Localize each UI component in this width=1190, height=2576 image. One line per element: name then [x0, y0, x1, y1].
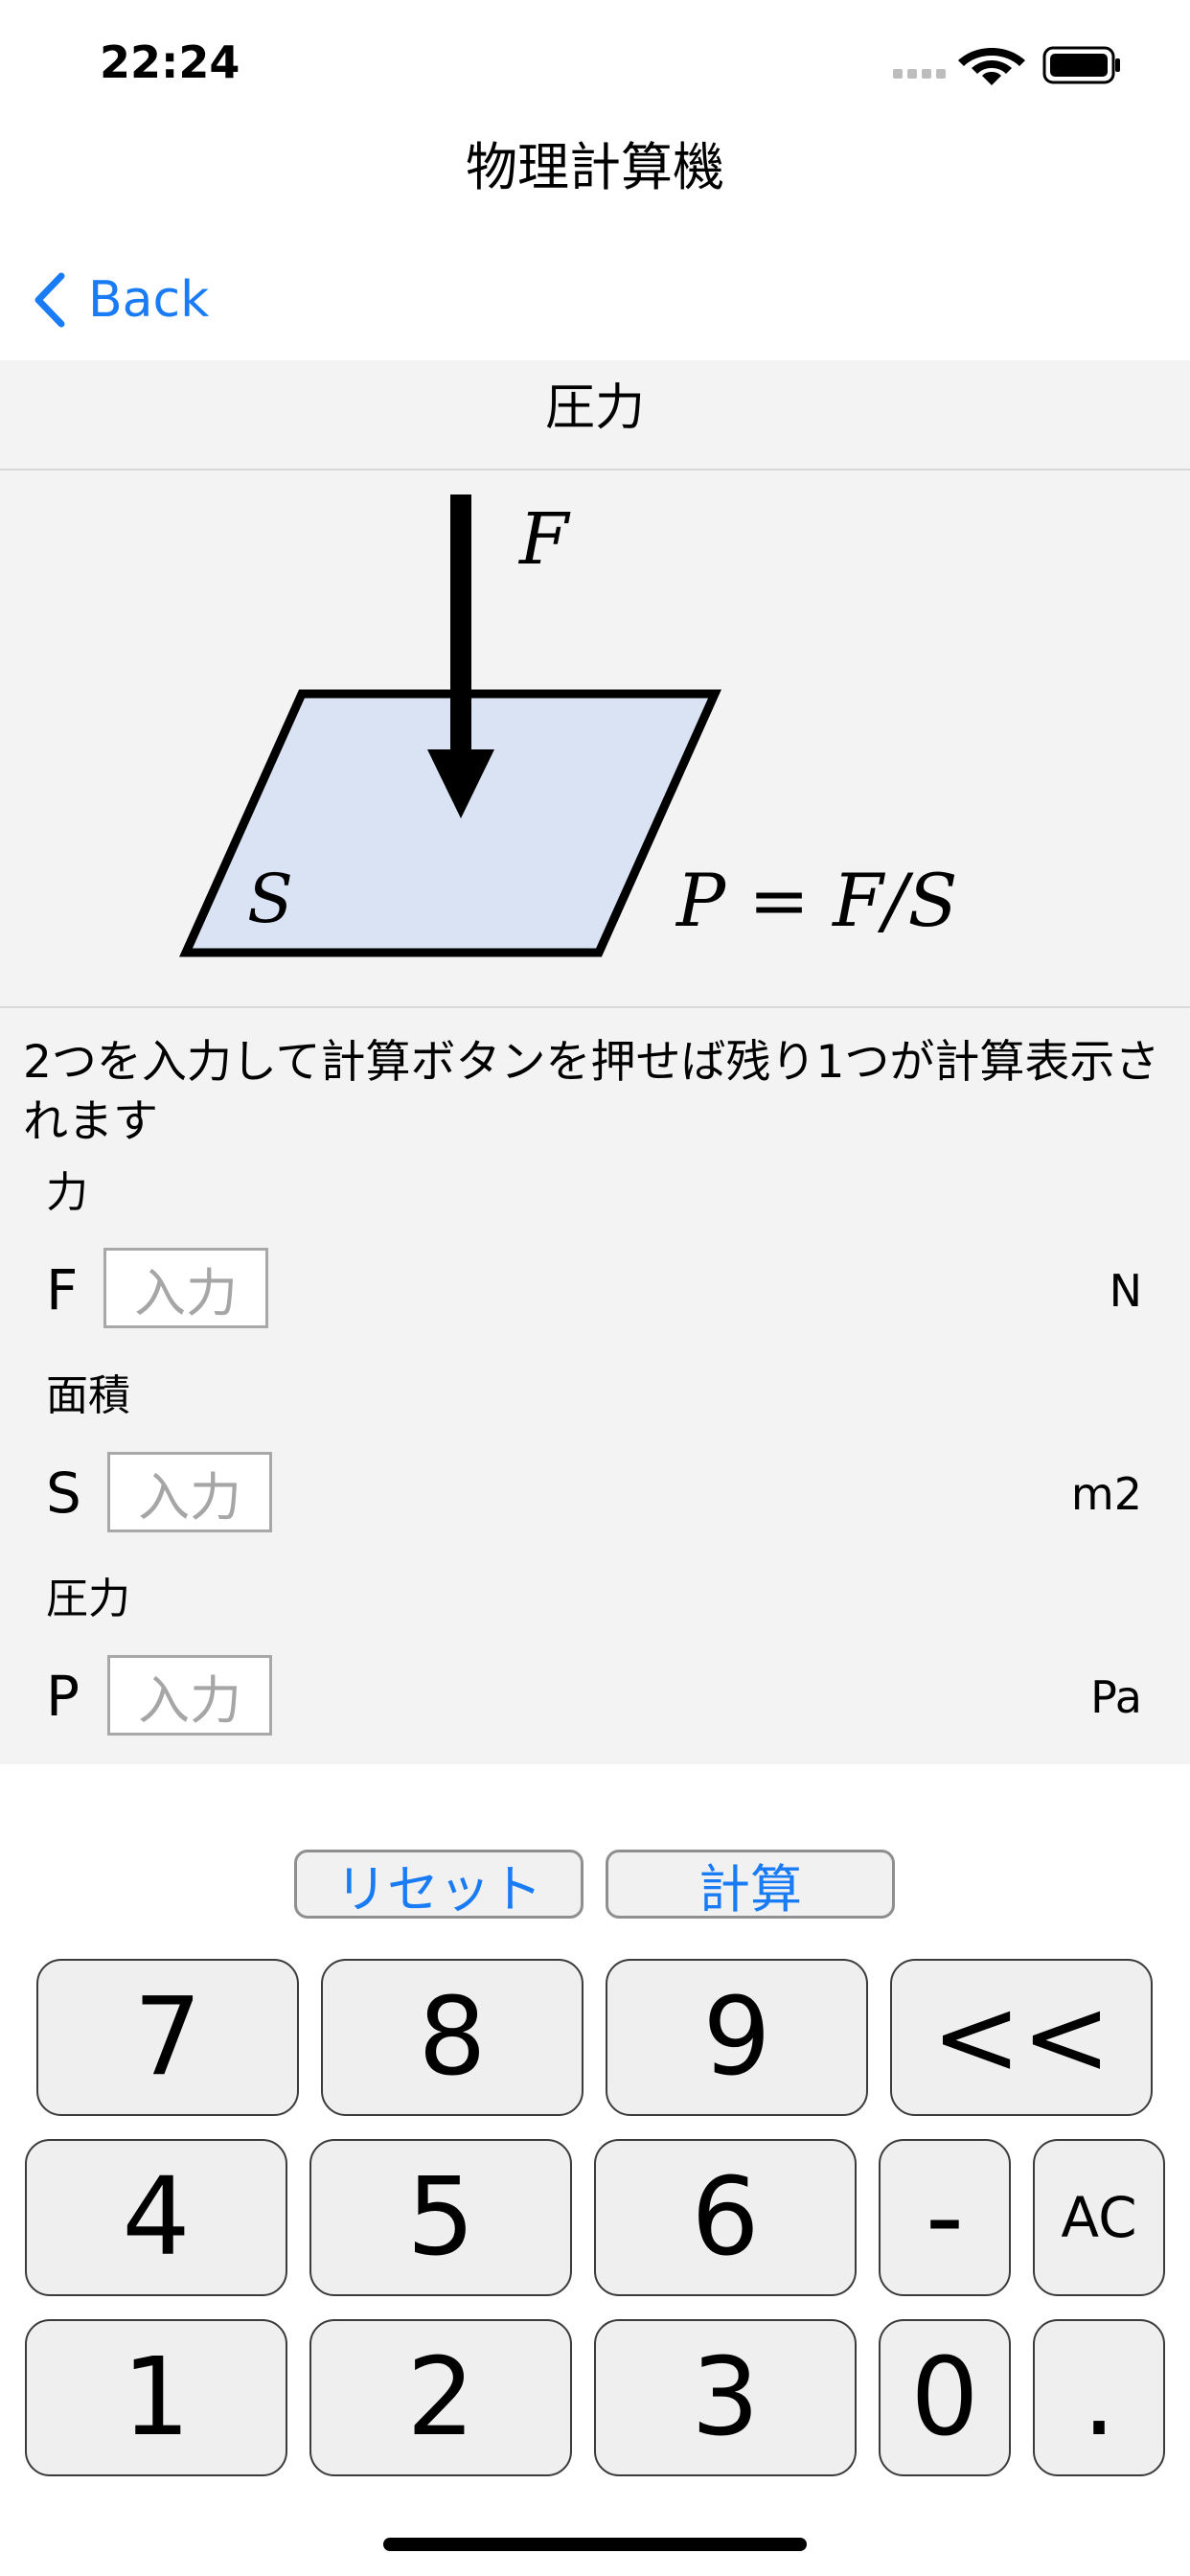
area-caption: 面積 — [46, 1371, 130, 1420]
key-4[interactable]: 4 — [25, 2139, 287, 2296]
reset-button[interactable]: リセット — [294, 1850, 584, 1920]
force-arrow-shaft — [450, 494, 471, 753]
pressure-caption: 圧力 — [46, 1575, 130, 1623]
force-input[interactable]: 入力 — [103, 1248, 268, 1328]
key-9[interactable]: 9 — [606, 1959, 868, 2116]
divider — [0, 1006, 1190, 1008]
cellular-signal-icon — [893, 69, 946, 79]
back-button[interactable]: Back — [33, 266, 209, 334]
key-8[interactable]: 8 — [321, 1959, 584, 2116]
pressure-input[interactable]: 入力 — [107, 1655, 272, 1736]
key-2[interactable]: 2 — [309, 2319, 572, 2476]
divider — [0, 469, 1190, 471]
pressure-diagram: F S P = F/S — [163, 479, 1006, 978]
force-symbol-label: F — [46, 1257, 79, 1322]
battery-icon — [1042, 46, 1120, 84]
status-time: 22:24 — [100, 36, 240, 88]
force-caption: 力 — [46, 1168, 88, 1217]
back-label: Back — [88, 271, 210, 329]
area-symbol-label: S — [46, 1460, 81, 1526]
key-0[interactable]: 0 — [879, 2319, 1011, 2476]
formula: P = F/S — [675, 858, 958, 943]
area-input[interactable]: 入力 — [107, 1452, 272, 1532]
decimal-key[interactable]: . — [1033, 2319, 1165, 2476]
status-icons — [893, 44, 1123, 86]
section-title: 圧力 — [544, 380, 645, 437]
pressure-unit: Pa — [1090, 1671, 1142, 1723]
force-unit: N — [1109, 1265, 1142, 1317]
force-symbol: F — [517, 498, 571, 581]
backspace-key[interactable]: << — [890, 1959, 1153, 2116]
instruction-text: 2つを入力して計算ボタンを押せば残り1つが計算表示されます — [23, 1036, 1160, 1148]
key-5[interactable]: 5 — [309, 2139, 572, 2296]
nav-title: 物理計算機 — [466, 137, 724, 197]
minus-key[interactable]: - — [879, 2139, 1011, 2296]
key-7[interactable]: 7 — [36, 1959, 299, 2116]
chevron-left-icon — [34, 272, 65, 328]
wifi-icon — [958, 48, 1025, 85]
area-symbol: S — [247, 860, 293, 938]
key-1[interactable]: 1 — [25, 2319, 287, 2476]
home-indicator[interactable] — [383, 2538, 807, 2551]
pressure-symbol-label: P — [46, 1664, 80, 1729]
area-unit: m2 — [1070, 1468, 1142, 1520]
key-6[interactable]: 6 — [594, 2139, 857, 2296]
all-clear-key[interactable]: AC — [1033, 2139, 1165, 2296]
key-3[interactable]: 3 — [594, 2319, 857, 2476]
calculate-button[interactable]: 計算 — [606, 1850, 895, 1920]
